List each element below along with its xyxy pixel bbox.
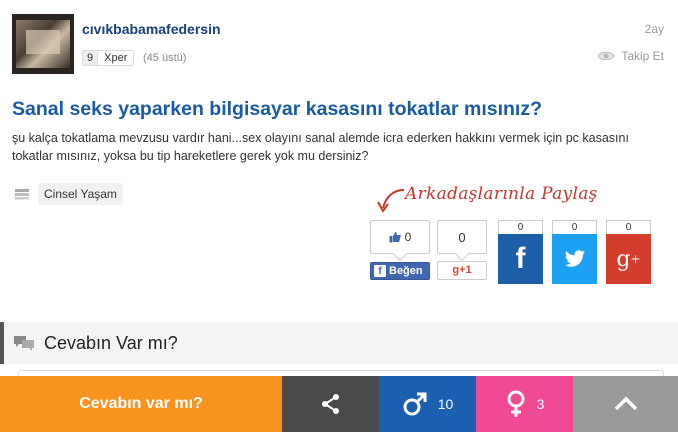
answer-section-title: Cevabın Var mı? — [44, 333, 178, 353]
share-icon — [321, 394, 339, 414]
chevron-up-icon — [614, 396, 637, 411]
twitter-share-count: 0 — [552, 220, 597, 234]
curved-arrow-icon — [377, 189, 405, 213]
username-link[interactable]: cıvıkbabamafedersin — [82, 21, 221, 37]
gplus-count: 0 — [458, 229, 466, 245]
facebook-icon: f — [498, 234, 543, 284]
level-badge: 9 Xper — [82, 50, 135, 66]
follow-label: Takip Et — [621, 49, 664, 63]
twitter-bird-icon — [564, 250, 585, 267]
bottom-action-bar: Cevabın var mı? 10 3 — [0, 376, 678, 432]
like-count: 0 — [404, 230, 412, 244]
facebook-like-button[interactable]: f Beğen — [370, 262, 430, 280]
user-avatar[interactable] — [12, 14, 74, 74]
question-body: şu kalça tokatlama mevzusu vardır hani..… — [12, 131, 629, 163]
male-count: 10 — [437, 396, 454, 412]
female-answers-button[interactable]: 3 — [476, 376, 573, 432]
facebook-like-count: 0 — [370, 220, 430, 254]
googleplus-share-count: 0 — [606, 220, 651, 234]
stack-icon — [15, 189, 29, 200]
answer-section-header: Cevabın Var mı? — [0, 322, 678, 364]
post-time: 2ay — [644, 22, 664, 36]
scroll-top-button[interactable] — [573, 376, 678, 432]
question-title[interactable]: Sanal seks yaparken bilgisayar kasasını … — [12, 98, 672, 121]
level-number: 9 — [83, 51, 99, 65]
like-label: Beğen — [389, 265, 423, 277]
facebook-share-count: 0 — [498, 220, 543, 234]
googleplus-share-button[interactable]: 0 g + — [606, 220, 651, 284]
category-label: Cinsel Yaşam — [38, 183, 123, 205]
follow-button[interactable]: Takip Et — [597, 49, 664, 63]
male-answers-button[interactable]: 10 — [379, 376, 476, 432]
eye-icon — [597, 51, 615, 61]
speech-bubbles-icon — [14, 336, 34, 351]
share-button[interactable] — [282, 376, 379, 432]
male-icon — [403, 392, 427, 416]
facebook-icon: f — [374, 265, 386, 277]
category-tag[interactable]: Cinsel Yaşam — [14, 183, 123, 205]
female-count: 3 — [536, 396, 545, 412]
gplus-count-box: 0 — [437, 220, 487, 254]
googleplus-icon: g + — [606, 234, 651, 284]
rank-note: (45 üstü) — [143, 52, 187, 64]
share-hint: Arkadaşlarınla Paylaş — [405, 184, 598, 204]
thumbs-up-icon — [389, 232, 401, 243]
avatar-image-detail — [26, 30, 60, 54]
gplus-one-button[interactable]: g+1 — [437, 261, 487, 280]
level-rank: Xper — [104, 52, 128, 64]
female-icon — [507, 390, 525, 417]
facebook-share-button[interactable]: 0 f — [498, 220, 543, 284]
answer-button[interactable]: Cevabın var mı? — [0, 376, 282, 432]
twitter-share-button[interactable]: 0 — [552, 220, 597, 284]
